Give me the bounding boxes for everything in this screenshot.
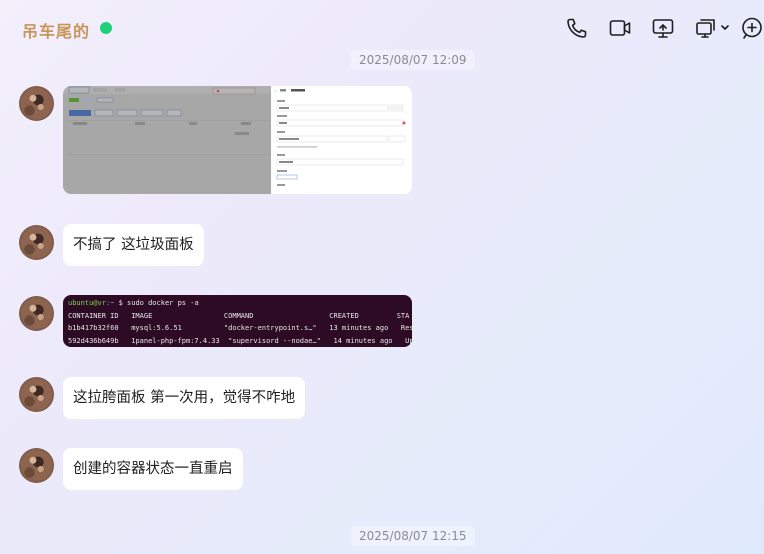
text-message[interactable]: 创建的容器状态一直重启 bbox=[63, 448, 243, 490]
screen-share-icon bbox=[652, 19, 674, 38]
video-call-icon bbox=[609, 20, 631, 36]
terminal-command: $ sudo docker ps -a bbox=[118, 299, 199, 307]
add-icon bbox=[742, 17, 762, 39]
avatar[interactable] bbox=[19, 377, 54, 412]
svg-text:‹: ‹ bbox=[275, 89, 277, 93]
avatar[interactable] bbox=[19, 296, 54, 331]
terminal-path: :~ bbox=[105, 299, 115, 307]
message-timestamp: 2025/08/07 12:15 bbox=[351, 526, 475, 546]
text-message[interactable]: 不搞了 这垃圾面板 bbox=[63, 224, 204, 266]
terminal-user: ubuntu@vr bbox=[68, 299, 106, 307]
terminal-row: b1b417b32f60 mysql:5.6.51 "docker-entryp… bbox=[68, 324, 412, 332]
video-call-button[interactable] bbox=[608, 16, 632, 40]
online-status-dot bbox=[100, 22, 112, 34]
screen-share-button[interactable] bbox=[651, 16, 675, 40]
terminal-header-line: CONTAINER ID IMAGE COMMAND CREATED STA bbox=[68, 311, 410, 320]
terminal-screenshot-message[interactable]: ubuntu@vr:~ $ sudo docker ps -a CONTAINE… bbox=[63, 295, 412, 347]
message-timestamp: 2025/08/07 12:09 bbox=[351, 50, 475, 70]
avatar[interactable] bbox=[19, 225, 54, 260]
add-button[interactable] bbox=[740, 16, 764, 40]
chat-title[interactable]: 吊车尾的 bbox=[22, 18, 90, 42]
terminal-prompt-line: ubuntu@vr:~ $ sudo docker ps -a bbox=[68, 297, 407, 310]
modal-overlay bbox=[63, 86, 271, 194]
voice-call-button[interactable] bbox=[565, 16, 589, 40]
multi-window-button[interactable] bbox=[694, 16, 730, 40]
terminal-row: 592d436b649b 1panel-php-fpm:7.4.33 "supe… bbox=[68, 336, 412, 345]
avatar[interactable] bbox=[19, 448, 54, 483]
avatar[interactable] bbox=[19, 86, 54, 121]
multi-window-icon bbox=[696, 19, 729, 38]
screenshot-panel-left bbox=[63, 86, 271, 194]
phone-icon bbox=[567, 18, 587, 38]
screenshot-panel-right: ‹ bbox=[271, 86, 412, 194]
chat-header: 吊车尾的 bbox=[0, 0, 764, 54]
text-message[interactable]: 这拉胯面板 第一次用，觉得不咋地 bbox=[63, 377, 306, 419]
image-message[interactable]: ‹ bbox=[63, 86, 412, 194]
screenshot-form-sketch: ‹ bbox=[275, 89, 406, 186]
